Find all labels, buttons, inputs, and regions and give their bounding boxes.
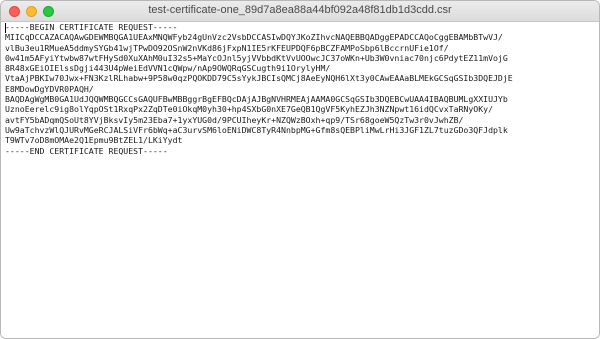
document-line: E8MDowDgYDVR0PAQH/	[5, 83, 94, 94]
zoom-window-button[interactable]	[43, 6, 54, 17]
text-cursor	[5, 23, 6, 33]
document-line: 0w41m5AFyiYtwbw87wtFHySd0XuXAhM0uI32s5+M…	[5, 52, 508, 63]
document-line: T9WTv7oD8mOMAe2Q1Epmu9BtZEL1/LKiYydt	[5, 135, 183, 146]
text-editor-window: test-certificate-one_89d7a8ea88a44bf092a…	[0, 0, 600, 339]
document-line: 8R48xGEiOIElssDgji443U4pWeiEdVVN1cQWpw/n…	[5, 63, 331, 74]
document-line: Uw9aTchvzWlQJURvMGeRCJALSiVFr6bWq+aC3urv…	[5, 124, 508, 135]
document-line: avtFY5bADqmQSoUt8YVjBksvIy5m23Eba7+1yxYU…	[5, 114, 464, 125]
document-area[interactable]: -----BEGIN CERTIFICATE REQUEST----- MIICq…	[1, 22, 599, 338]
document-line: BAQDAgWgMB0GA1UdJQQWMBQGCCsGAQUFBwMBBggr…	[5, 94, 508, 105]
document-line: UznoEerelc9ig8olYqpOSt1RxqPx2ZqDTe0iOkqM…	[5, 104, 493, 115]
document-line: VtaAjPBKIw70Jwx+FN3KzlRLhabw+9P58w0qzPQO…	[5, 73, 513, 84]
document-line: vlBu3eu1RMueA5ddmySYGb41wjTPwDO92OSnW2nV…	[5, 42, 449, 53]
title-bar[interactable]: test-certificate-one_89d7a8ea88a44bf092a…	[1, 1, 599, 22]
document-line: -----END CERTIFICATE REQUEST-----	[5, 145, 168, 156]
close-window-button[interactable]	[9, 6, 20, 17]
document-text[interactable]: -----BEGIN CERTIFICATE REQUEST----- MIICq…	[5, 22, 597, 156]
document-line: -----BEGIN CERTIFICATE REQUEST-----	[5, 22, 178, 32]
window-title: test-certificate-one_89d7a8ea88a44bf092a…	[148, 4, 452, 16]
document-line: MIICqDCCAZACAQAwGDEWMBQGA1UEAxMNQWFyb24g…	[5, 32, 503, 43]
minimize-window-button[interactable]	[26, 6, 37, 17]
